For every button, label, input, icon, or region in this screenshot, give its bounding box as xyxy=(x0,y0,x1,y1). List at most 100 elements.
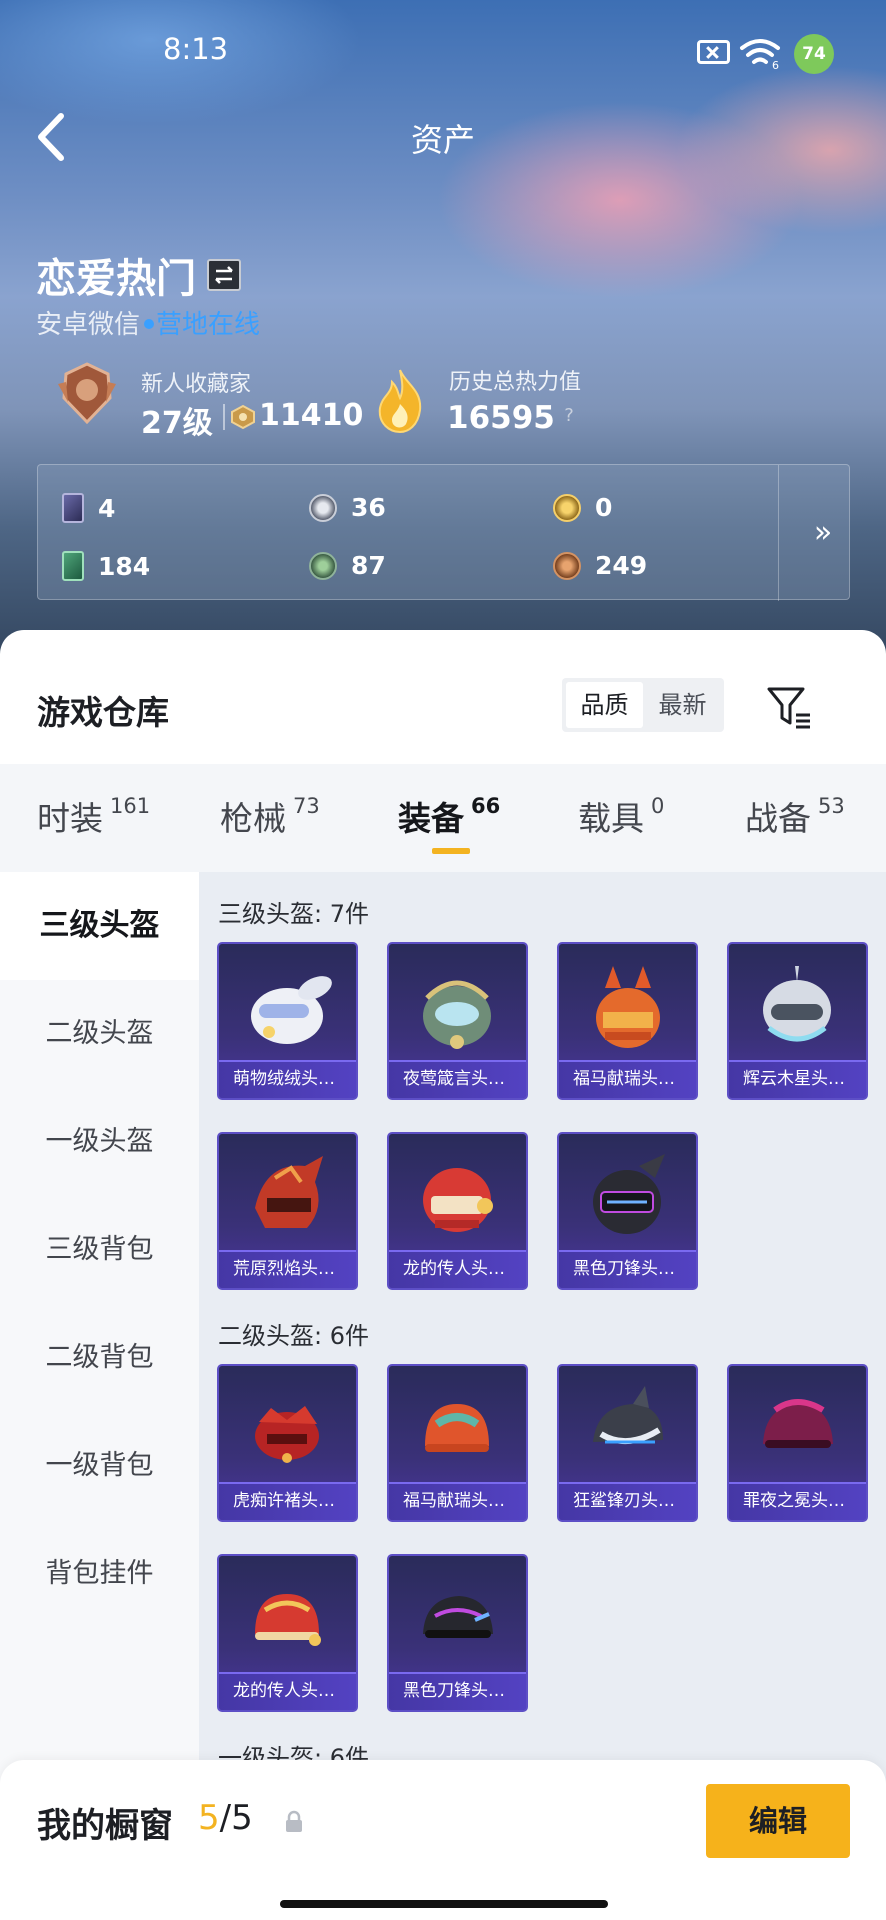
item-name: 福马献瑞头… xyxy=(389,1482,526,1520)
collector-level: 27级 xyxy=(141,406,213,441)
helmet-white-bunny-icon xyxy=(251,976,332,1044)
green-orb-icon xyxy=(309,551,337,580)
group-title: 二级头盔: 6件 xyxy=(218,1322,369,1350)
currency-silver-coin: 36 xyxy=(309,493,386,522)
group-title: 三级头盔: 7件 xyxy=(218,900,369,928)
helmet-tiger-xuchu-icon xyxy=(255,1406,319,1463)
helmet-fortune-horse-icon xyxy=(596,966,660,1048)
edit-button[interactable]: 编辑 xyxy=(706,1784,850,1858)
item-card[interactable]: 夜莺箴言头… xyxy=(387,942,528,1100)
panel-divider xyxy=(778,465,779,601)
helmet-wasteland-flame-icon xyxy=(255,1156,323,1228)
wifi-label: 6 xyxy=(772,59,779,70)
currency-green-orb: 87 xyxy=(309,551,386,580)
bronze-coin-icon xyxy=(553,551,581,580)
showcase-used: 5 xyxy=(198,1798,220,1838)
currency-bronze-coin: 249 xyxy=(553,551,647,580)
tab-count: 73 xyxy=(293,794,320,818)
currency-value: 4 xyxy=(98,493,116,523)
sidebar-item-level3-backpack[interactable]: 三级背包 xyxy=(0,1196,199,1304)
item-card[interactable]: 福马献瑞头… xyxy=(557,942,698,1100)
status-time: 8:13 xyxy=(163,32,229,66)
item-name: 福马献瑞头… xyxy=(559,1060,696,1098)
collector-coin-value: 11410 xyxy=(259,398,364,433)
collector-coin-icon xyxy=(231,404,255,430)
currency-value: 184 xyxy=(98,551,151,581)
double-chevron-right-icon[interactable]: » xyxy=(798,509,848,557)
item-name: 黑色刀锋头… xyxy=(559,1250,696,1288)
helmet-jupiter-icon xyxy=(763,966,831,1042)
warehouse-sheet: 游戏仓库 品质 最新 时装 161 枪械 73 装备 66 载具 0 战备 53 三级头盔… xyxy=(0,630,886,1920)
tab-supplies[interactable]: 战备 53 xyxy=(745,792,845,840)
collector-medal-icon[interactable] xyxy=(56,360,118,428)
wifi-icon: 6 xyxy=(740,39,780,70)
sidebar-item-level1-helmet[interactable]: 一级头盔 xyxy=(0,1088,199,1196)
home-indicator xyxy=(280,1900,608,1908)
tab-vehicles[interactable]: 载具 0 xyxy=(578,792,664,840)
item-card[interactable]: 萌物绒绒头… xyxy=(217,942,358,1100)
status-bar: 8:13 6 74 xyxy=(0,0,886,100)
item-name: 龙的传人头… xyxy=(219,1672,356,1710)
tab-label: 装备 xyxy=(398,799,464,838)
item-name: 虎痴许褚头… xyxy=(219,1482,356,1520)
sidebar-item-level3-helmet[interactable]: 三级头盔 xyxy=(0,872,199,980)
helmet-mad-shark-icon xyxy=(593,1386,663,1445)
no-sim-icon xyxy=(697,40,730,64)
sidebar-item-level1-backpack[interactable]: 一级背包 xyxy=(0,1412,199,1520)
currency-value: 87 xyxy=(351,551,386,580)
active-tab-indicator xyxy=(432,848,470,854)
helmet-black-blade-l2-icon xyxy=(423,1596,493,1638)
item-card[interactable]: 黑色刀锋头… xyxy=(557,1132,698,1290)
item-card[interactable]: 黑色刀锋头… xyxy=(387,1554,528,1712)
item-name: 辉云木星头… xyxy=(729,1060,866,1098)
item-card[interactable]: 龙的传人头… xyxy=(387,1132,528,1290)
heat-value: 16595 xyxy=(447,400,555,436)
switch-account-icon[interactable] xyxy=(207,259,241,291)
currency-value: 249 xyxy=(595,551,648,580)
tab-count: 66 xyxy=(471,794,501,818)
online-dot xyxy=(144,319,155,329)
item-card[interactable]: 福马献瑞头… xyxy=(387,1364,528,1522)
helmet-dragon-heir-icon xyxy=(423,1168,493,1232)
tab-label: 载具 xyxy=(578,799,644,838)
showcase-count: 5/5 xyxy=(198,1798,253,1838)
currency-value: 36 xyxy=(351,493,386,522)
showcase-separator: / xyxy=(219,1798,232,1838)
item-card[interactable]: 罪夜之冕头… xyxy=(727,1364,868,1522)
currency-green-card: 184 xyxy=(62,551,150,581)
silver-coin-icon xyxy=(309,493,337,522)
level-divider xyxy=(223,404,225,430)
item-card[interactable]: 龙的传人头… xyxy=(217,1554,358,1712)
tab-label: 枪械 xyxy=(220,799,286,838)
helmet-sin-night-crown-icon xyxy=(763,1399,833,1448)
filter-icon[interactable] xyxy=(766,685,812,729)
collector-title: 新人收藏家 xyxy=(141,372,252,397)
currency-panel[interactable]: 4 36 0 184 87 249 » xyxy=(37,464,850,601)
sort-quality-option[interactable]: 品质 xyxy=(566,682,643,728)
battery-indicator: 74 xyxy=(794,34,834,74)
tab-count: 0 xyxy=(651,794,665,818)
item-name: 荒原烈焰头… xyxy=(219,1250,356,1288)
sort-latest-option[interactable]: 最新 xyxy=(644,682,721,728)
sidebar-item-backpack-charm[interactable]: 背包挂件 xyxy=(0,1520,199,1628)
category-tabs: 时装 161 枪械 73 装备 66 载具 0 战备 53 xyxy=(0,764,886,872)
help-icon[interactable]: ? xyxy=(557,402,581,430)
item-name: 龙的传人头… xyxy=(389,1250,526,1288)
item-name: 黑色刀锋头… xyxy=(389,1672,526,1710)
item-card[interactable]: 虎痴许褚头… xyxy=(217,1364,358,1522)
tab-weapons[interactable]: 枪械 73 xyxy=(220,792,320,840)
warehouse-title: 游戏仓库 xyxy=(37,693,169,732)
sidebar-item-level2-backpack[interactable]: 二级背包 xyxy=(0,1304,199,1412)
currency-purple-card: 4 xyxy=(62,493,115,523)
player-name: 恋爱热门 xyxy=(36,256,196,302)
item-card[interactable]: 荒原烈焰头… xyxy=(217,1132,358,1290)
item-name: 萌物绒绒头… xyxy=(219,1060,356,1098)
helmet-black-blade-icon xyxy=(593,1154,665,1234)
purple-card-icon xyxy=(62,493,84,523)
item-card[interactable]: 狂鲨锋刃头… xyxy=(557,1364,698,1522)
tab-fashion[interactable]: 时装 161 xyxy=(37,792,150,840)
tab-count: 53 xyxy=(818,794,845,818)
tab-equipment[interactable]: 装备 66 xyxy=(398,792,500,840)
sidebar-item-level2-helmet[interactable]: 二级头盔 xyxy=(0,980,199,1088)
item-card[interactable]: 辉云木星头… xyxy=(727,942,868,1100)
